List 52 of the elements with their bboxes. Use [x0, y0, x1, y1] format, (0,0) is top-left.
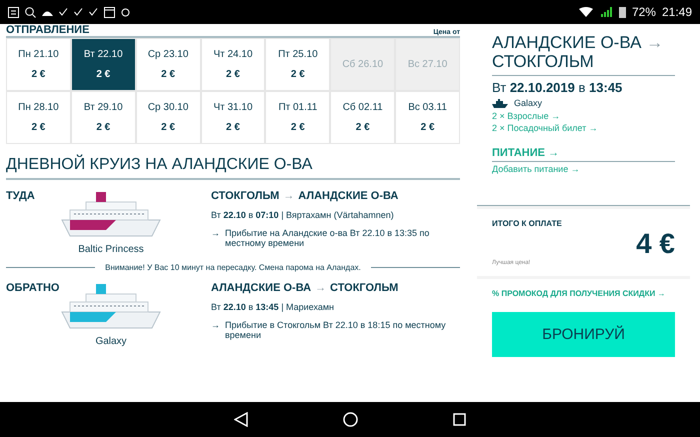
- date-cell[interactable]: Пт 25.10 2 €: [265, 38, 330, 91]
- search-icon: [25, 6, 36, 18]
- route-arrow: →: [315, 282, 326, 294]
- trip-title: АЛАНДСКИЕ О-ВА → СТОКГОЛЬМ: [492, 34, 675, 76]
- book-button[interactable]: БРОНИРУЙ: [492, 312, 675, 357]
- route-to: СТОКГОЛЬМ: [330, 282, 398, 294]
- route-arrow: →: [283, 190, 294, 202]
- route-to: АЛАНДСКИЕ О-ВА: [298, 190, 398, 202]
- date-cell[interactable]: Чт 31.10 2 €: [200, 91, 266, 144]
- trip-date: Вт 22.10.2019 в 13:45: [492, 80, 624, 96]
- cruise-title: ДНЕВНОЙ КРУИЗ НА АЛАНДСКИЕ О-ВА: [6, 156, 460, 180]
- circle-icon: [121, 8, 130, 16]
- date-cell[interactable]: Чт 24.10 2 €: [200, 38, 266, 91]
- home-icon[interactable]: [343, 412, 358, 427]
- date-cell[interactable]: Вт 29.10 2 €: [70, 91, 136, 144]
- date-cell: Вс 27.10: [395, 38, 460, 91]
- route-from: СТОКГОЛЬМ: [211, 190, 280, 202]
- ship-name: Baltic Princess: [78, 244, 144, 255]
- ship-name: Galaxy: [514, 98, 542, 108]
- wifi-icon: [578, 7, 593, 17]
- ship-icon: [492, 98, 508, 108]
- total-label: ИТОГО К ОПЛАТЕ: [492, 219, 563, 228]
- date-cell[interactable]: Пн 21.10 2 €: [6, 38, 71, 91]
- date-cell[interactable]: Вс 03.11 2 €: [395, 91, 460, 144]
- departure-time: Вт 22.10 в 07:10 | Вяртахамн (Värtahamnen): [211, 210, 395, 220]
- battery-icon: [618, 6, 626, 18]
- list-icon: [8, 6, 19, 18]
- date-cell[interactable]: Пт 01.11 2 €: [265, 91, 330, 144]
- date-cell[interactable]: Пн 28.10 2 €: [6, 91, 71, 144]
- section-title: ОТПРАВЛЕНИЕ: [6, 24, 90, 36]
- battery-percent: 72%: [632, 5, 656, 19]
- cloud-icon: [42, 8, 53, 16]
- recents-icon[interactable]: [453, 413, 466, 426]
- signal-icon: [598, 7, 613, 17]
- arrival-arrow: →: [211, 320, 220, 332]
- total-amount: 4 €: [635, 228, 675, 260]
- date-cell[interactable]: Ср 23.10 2 €: [136, 38, 201, 91]
- back-icon[interactable]: [234, 412, 248, 427]
- departure-time: Вт 22.10 в 13:45 | Мариехамн: [211, 302, 336, 312]
- route-from: АЛАНДСКИЕ О-ВА: [211, 282, 312, 294]
- clock-time: 21:49: [662, 5, 692, 19]
- arrival-arrow: →: [211, 228, 220, 240]
- ship-name: Galaxy: [95, 336, 127, 347]
- date-cell[interactable]: Ср 30.10 2 €: [136, 91, 201, 144]
- arrival-info: Прибытие на Аландские о-ва Вт 22.10 в 13:35 по местному времени: [225, 228, 430, 248]
- date-cell[interactable]: Сб 02.11 2 €: [330, 91, 396, 144]
- date-cell[interactable]: Вт 22.10 2 €: [70, 38, 136, 91]
- arrival-info: Прибытие в Стокгольм Вт 22.10 в 18:15 по местному времени: [225, 320, 447, 340]
- window-icon: [104, 6, 115, 18]
- direction-label: ТУДА: [6, 190, 36, 204]
- date-cell: Сб 26.10: [330, 38, 396, 91]
- transfer-notice: Внимание! У Вас 10 минут на пересадку. Смена парома на Аландах.: [105, 263, 361, 272]
